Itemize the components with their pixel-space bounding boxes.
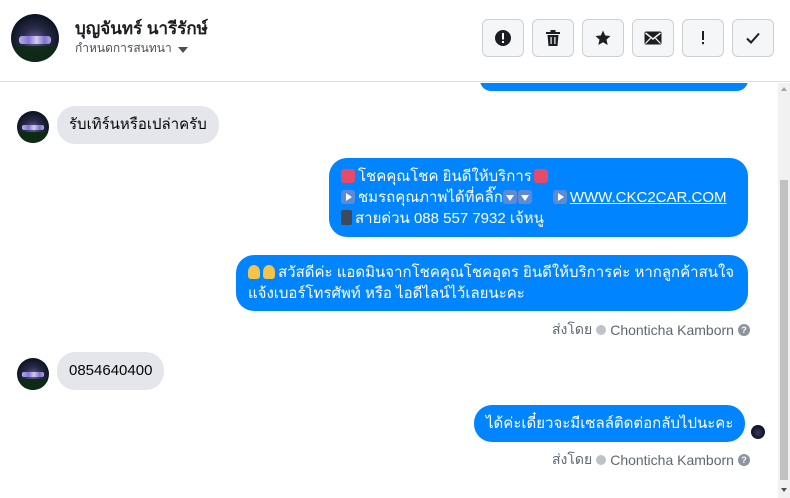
trash-icon <box>546 30 560 46</box>
exclamation-icon <box>702 31 704 45</box>
caret-down-icon <box>177 46 188 53</box>
message-bubble-partial <box>480 83 748 91</box>
scroll-down-arrow-icon[interactable] <box>781 488 787 492</box>
star-button[interactable] <box>582 19 624 57</box>
scrollbar[interactable] <box>778 83 790 498</box>
praying-hands-emoji-icon <box>248 265 260 279</box>
play-emoji-icon <box>341 190 355 204</box>
sent-by-agent[interactable]: Chonticha Kamborn <box>610 322 734 338</box>
message-bubble-outgoing: สวัสดีค่ะ แอดมินจากโชคคุณโชคอุดร ยินดีให… <box>236 255 748 311</box>
down-arrow-emoji-icon <box>517 190 532 204</box>
page-icon <box>596 455 607 465</box>
sent-by-prefix: ส่งโดย <box>552 451 593 467</box>
done-button[interactable] <box>732 19 774 57</box>
message-bubble-incoming: รับเทิร์นหรือเปล่าครับ <box>57 106 219 144</box>
sent-by-label: ส่งโดย Chonticha Kamborn ? <box>552 449 750 471</box>
page-icon <box>596 325 607 335</box>
toolbar <box>482 19 774 57</box>
message-line: โชคคุณโชค ยินดีให้บริการ <box>358 168 532 185</box>
sparkle-emoji-icon <box>341 169 355 183</box>
message-bubble-outgoing: ได้ค่ะเดี๋ยวจะมีเซลล์ติดต่อกลับไปนะคะ <box>474 405 746 442</box>
message-line: แจ้งเบอร์โทรศัพท์ หรือ ไอดีไลน์ไว้เลยนะค… <box>248 285 525 302</box>
down-arrow-emoji-icon <box>502 190 517 204</box>
contact-avatar[interactable] <box>11 14 59 62</box>
sent-by-label: ส่งโดย Chonticha Kamborn ? <box>552 319 750 341</box>
sender-avatar[interactable] <box>17 358 49 390</box>
message-line: ชมรถคุณภาพได้ที่คลิ๊ก <box>358 189 503 206</box>
help-icon[interactable]: ? <box>737 454 750 466</box>
delete-button[interactable] <box>532 19 574 57</box>
sparkle-emoji-icon <box>533 169 548 183</box>
conversation-actions-dropdown[interactable]: กำหนดการสนทนา <box>75 39 188 58</box>
play-emoji-icon <box>552 190 567 204</box>
sender-avatar[interactable] <box>17 111 49 143</box>
conversation-header: บุญจันทร์ นารีรักษ์ กำหนดการสนทนา <box>0 0 790 82</box>
star-icon <box>595 30 611 45</box>
message-bubble-incoming: 0854640400 <box>57 352 165 390</box>
message-thread[interactable]: รับเทิร์นหรือเปล่าครับ โชคคุณโชค ยินดีให… <box>0 83 778 498</box>
mark-unread-button[interactable] <box>632 19 674 57</box>
message-line: สวัสดีค่ะ แอดมินจากโชคคุณโชคอุดร ยินดีให… <box>278 264 735 281</box>
message-bubble-outgoing: โชคคุณโชค ยินดีให้บริการ ชมรถคุณภาพได้ที… <box>329 158 748 237</box>
contact-name[interactable]: บุญจันทร์ นารีรักษ์ <box>75 15 208 42</box>
alert-circle-icon <box>495 30 511 46</box>
checkmark-icon <box>746 32 760 44</box>
website-link[interactable]: WWW.CKC2CAR.COM <box>570 189 727 206</box>
mobile-phone-emoji-icon <box>341 210 352 225</box>
seen-receipt-avatar <box>751 425 765 439</box>
praying-hands-emoji-icon <box>263 265 275 279</box>
sent-by-prefix: ส่งโดย <box>552 321 593 337</box>
message-line: สายด่วน 088 557 7932 เจ้หนู <box>355 210 544 227</box>
sent-by-agent[interactable]: Chonticha Kamborn <box>610 452 734 468</box>
important-button[interactable] <box>682 19 724 57</box>
conversation-actions-label: กำหนดการสนทนา <box>75 41 172 55</box>
scrollbar-thumb[interactable] <box>780 180 788 480</box>
help-icon[interactable]: ? <box>737 324 750 336</box>
envelope-icon <box>644 31 662 45</box>
report-button[interactable] <box>482 19 524 57</box>
scroll-up-arrow-icon[interactable] <box>781 87 787 91</box>
